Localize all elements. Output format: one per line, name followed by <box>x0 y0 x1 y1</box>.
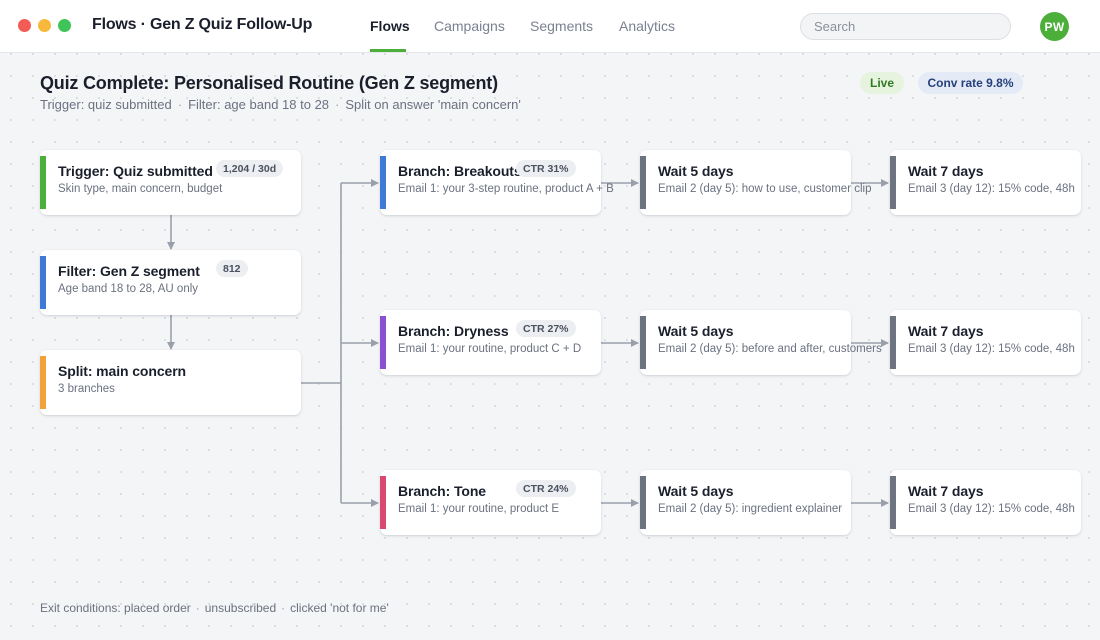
tab-segments[interactable]: Segments <box>530 18 593 34</box>
node-subtitle: Email 1: your 3-step routine, product A … <box>398 183 614 195</box>
window-close-icon[interactable] <box>18 19 31 32</box>
node-accent-bar <box>380 476 386 529</box>
node-wait-7-days[interactable]: Wait 7 days Email 3 (day 12): 15% code, … <box>890 470 1081 535</box>
exit-separator: · <box>281 601 286 615</box>
ctr-badge: CTR 24% <box>516 480 576 497</box>
node-accent-bar <box>890 156 896 209</box>
exit-condition-not-for-me: clicked 'not for me' <box>290 601 389 615</box>
ctr-badge: CTR 27% <box>516 320 576 337</box>
node-accent-bar <box>890 476 896 529</box>
node-title: Wait 5 days <box>658 163 734 179</box>
window-minimize-icon[interactable] <box>38 19 51 32</box>
node-accent-bar <box>640 476 646 529</box>
node-subtitle: Email 1: your routine, product E <box>398 503 560 515</box>
node-title: Trigger: Quiz submitted <box>58 163 213 179</box>
node-accent-bar <box>380 156 386 209</box>
node-wait-5-days[interactable]: Wait 5 days Email 2 (day 5): how to use,… <box>640 150 871 215</box>
node-subtitle: Email 3 (day 12): 15% code, 48h <box>908 503 1075 515</box>
window-maximize-icon[interactable] <box>58 19 71 32</box>
tab-flows[interactable]: Flows <box>370 18 410 34</box>
node-title: Wait 5 days <box>658 483 734 499</box>
avatar[interactable]: PW <box>1040 12 1069 41</box>
node-branch-tone[interactable]: Branch: Tone CTR 24% Email 1: your routi… <box>380 470 601 535</box>
node-accent-bar <box>890 316 896 369</box>
node-title: Branch: Breakouts <box>398 163 522 179</box>
node-wait-7-days[interactable]: Wait 7 days Email 3 (day 12): 15% code, … <box>890 150 1081 215</box>
app-title: Flows · Gen Z Quiz Follow-Up <box>92 16 313 33</box>
active-tab-indicator <box>370 49 406 52</box>
node-accent-bar <box>40 256 46 309</box>
node-subtitle: Age band 18 to 28, AU only <box>58 283 199 295</box>
node-branch-dryness[interactable]: Branch: Dryness CTR 27% Email 1: your ro… <box>380 310 601 375</box>
top-bar: Flows · Gen Z Quiz Follow-Up Flows Campa… <box>0 0 1100 53</box>
node-split[interactable]: Split: main concern 3 branches <box>40 350 301 415</box>
node-subtitle: Email 2 (day 5): before and after, custo… <box>658 343 882 355</box>
node-accent-bar <box>40 356 46 409</box>
exit-condition-unsubscribed: unsubscribed <box>204 601 277 615</box>
count-badge: 1,204 / 30d <box>216 160 284 177</box>
node-accent-bar <box>640 316 646 369</box>
node-subtitle: Email 2 (day 5): how to use, customer cl… <box>658 183 872 195</box>
node-accent-bar <box>40 156 46 209</box>
node-subtitle: Email 1: your routine, product C + D <box>398 343 582 355</box>
node-wait-5-days[interactable]: Wait 5 days Email 2 (day 5): ingredient … <box>640 470 851 535</box>
node-branch-breakouts[interactable]: Branch: Breakouts CTR 31% Email 1: your … <box>380 150 614 215</box>
node-title: Branch: Dryness <box>398 323 509 339</box>
node-title: Wait 7 days <box>908 323 984 339</box>
node-title: Split: main concern <box>58 363 187 379</box>
node-filter[interactable]: Filter: Gen Z segment 812 Age band 18 to… <box>40 250 301 315</box>
tab-analytics[interactable]: Analytics <box>619 18 675 34</box>
flow-canvas[interactable]: Quiz Complete: Personalised Routine (Gen… <box>0 53 1100 640</box>
node-subtitle: Email 3 (day 12): 15% code, 48h <box>908 183 1075 195</box>
tab-campaigns[interactable]: Campaigns <box>434 18 505 34</box>
node-subtitle: Email 2 (day 5): ingredient explainer <box>658 503 843 515</box>
node-subtitle: Email 3 (day 12): 15% code, 48h <box>908 343 1075 355</box>
node-title: Wait 5 days <box>658 323 734 339</box>
node-title: Filter: Gen Z segment <box>58 263 200 279</box>
node-title: Branch: Tone <box>398 483 486 499</box>
node-subtitle: 3 branches <box>58 383 115 395</box>
node-accent-bar <box>640 156 646 209</box>
search-input[interactable] <box>800 13 1011 40</box>
count-badge: 812 <box>216 260 248 277</box>
exit-conditions: Exit conditions: placed order · unsubscrib… <box>40 601 389 615</box>
node-wait-7-days[interactable]: Wait 7 days Email 3 (day 12): 15% code, … <box>890 310 1081 375</box>
node-title: Wait 7 days <box>908 483 984 499</box>
node-title: Wait 7 days <box>908 163 984 179</box>
node-subtitle: Skin type, main concern, budget <box>58 183 223 195</box>
exit-condition-order: Exit conditions: placed order <box>40 601 191 615</box>
node-wait-5-days[interactable]: Wait 5 days Email 2 (day 5): before and … <box>640 310 882 375</box>
ctr-badge: CTR 31% <box>516 160 576 177</box>
node-trigger[interactable]: Trigger: Quiz submitted 1,204 / 30d Skin… <box>40 150 301 215</box>
node-accent-bar <box>380 316 386 369</box>
exit-separator: · <box>195 601 200 615</box>
